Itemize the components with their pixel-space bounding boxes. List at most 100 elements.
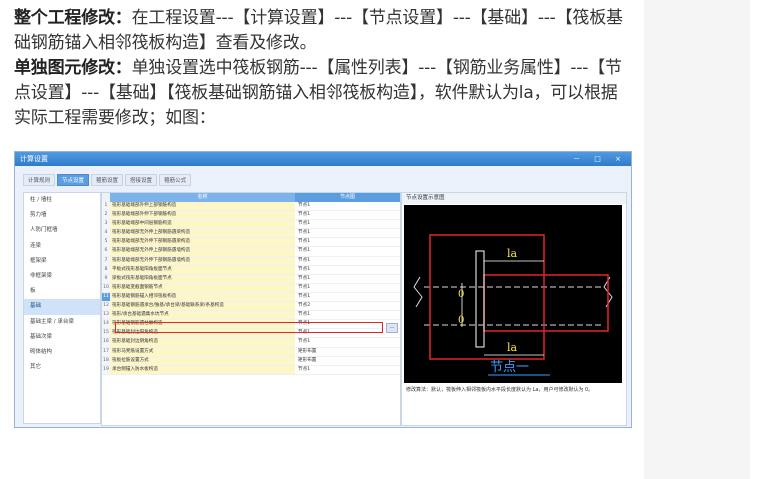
panel-title: 节点设置示意图 xyxy=(402,193,626,204)
row-value: 节点1 xyxy=(298,284,311,290)
sidebar-item[interactable]: 砌体结构 xyxy=(24,345,100,360)
ellipsis-button[interactable]: … xyxy=(386,323,398,333)
table-row[interactable]: 6 筏形基础端部无外伸上部钢筋遇墙构造 节点1 xyxy=(102,247,400,257)
row-name: 筏形基础封边阴角构造 xyxy=(110,338,295,347)
table-row[interactable]: 5 筏形基础端部无外伸下部钢筋遇梁构造 节点1 xyxy=(102,238,400,248)
row-value: 节点1 xyxy=(298,339,311,345)
sidebar-item[interactable]: 框架梁 xyxy=(24,254,100,269)
row-value: 节点1 xyxy=(298,212,311,218)
tab-1[interactable]: 节点设置 xyxy=(57,174,90,186)
row-value: 矩形布置 xyxy=(298,357,317,363)
row-value: 节点1 xyxy=(298,203,311,208)
node-diagram-panel: 节点设置示意图 la la 0 0 节点一 修改算法：默认，筏板伸入相邻筏板内水… xyxy=(401,192,627,426)
row-value: 节点1 xyxy=(298,257,311,263)
table-row[interactable]: 9 梁板式筏形基础阳角板面节点 节点1 xyxy=(102,274,400,284)
row-index: 16 xyxy=(102,338,110,347)
node-diagram: la la 0 0 节点一 xyxy=(404,205,622,383)
row-name: 梁板式筏形基础阳角板面节点 xyxy=(110,274,295,283)
node-settings-table: 名称 节点图 1 筏形基础端部外伸上部钢筋构造 节点1 2 筏形基础端部外伸下部钢筋构造… xyxy=(101,192,401,426)
sidebar-item[interactable]: 基础 xyxy=(24,299,100,315)
tab-3[interactable]: 搭接设置 xyxy=(125,174,158,186)
row-index: 5 xyxy=(102,238,110,247)
window-controls-icon: － □ × xyxy=(573,155,627,163)
sidebar-item[interactable]: 人防门框墙 xyxy=(24,223,100,238)
tab-2[interactable]: 箍筋设置 xyxy=(91,174,124,186)
row-value: 节点1 xyxy=(298,266,311,272)
table-header: 名称 节点图 xyxy=(102,193,400,202)
la-label-top: la xyxy=(507,247,518,260)
table-row[interactable]: 11 筏形基础钢筋锚入相邻筏板构造 节点1 xyxy=(102,292,400,303)
row-index: 18 xyxy=(102,356,110,365)
table-row[interactable]: 19 承台侧锚入防水板构造 节点1 xyxy=(102,365,400,375)
sidebar-item[interactable]: 柱 / 墙柱 xyxy=(24,193,100,208)
table-row[interactable]: 7 筏形基础端部无外伸下部钢筋遇墙构造 节点1 xyxy=(102,256,400,266)
red-highlight-box xyxy=(115,322,383,333)
row-index: 7 xyxy=(102,256,110,265)
row-name: 筏形基础变截面钢筋节点 xyxy=(110,283,295,292)
table-row[interactable]: 4 筏形基础端部无外伸上部钢筋遇梁构造 节点1 xyxy=(102,229,400,239)
paragraph-whole-project: 整个工程修改：在工程设置---【计算设置】---【节点设置】---【基础】---… xyxy=(14,6,632,56)
anchorage-diagram-icon: la la 0 0 节点一 xyxy=(413,234,613,376)
settings-sidebar: 柱 / 墙柱 剪力墙 人防门框墙 连梁 框架梁 非框架梁板基础 基础主梁 / 承台梁 基础次梁… xyxy=(23,192,101,424)
sidebar-item[interactable]: 基础次梁 xyxy=(24,330,100,345)
row-index: 6 xyxy=(102,247,110,256)
table-row[interactable]: 18 筏板拉筋设置方式 矩形布置 xyxy=(102,356,400,366)
table-row[interactable]: 2 筏形基础端部外伸下部钢筋构造 节点1 xyxy=(102,211,400,221)
row-name: 筏形基础端部外伸下部钢筋构造 xyxy=(110,211,295,220)
header-index xyxy=(102,193,110,202)
row-index: 2 xyxy=(102,211,110,220)
tab-0[interactable]: 计算规则 xyxy=(23,174,56,186)
row-value: 节点1 xyxy=(298,230,311,236)
row-index: 13 xyxy=(102,311,110,320)
table-body: 1 筏形基础端部外伸上部钢筋构造 节点1 2 筏形基础端部外伸下部钢筋构造 节点1 3 筏形基… xyxy=(102,202,400,375)
row-name: 筏形马凳筋设置方式 xyxy=(110,347,295,356)
row-name: 筏形/承台基础遇集水坑节点 xyxy=(110,311,295,320)
table-row[interactable]: 10 筏形基础变截面钢筋节点 节点1 xyxy=(102,283,400,293)
row-value: 节点1 xyxy=(298,293,311,299)
sidebar-item[interactable]: 其它 xyxy=(24,360,100,375)
zero-label-lower: 0 xyxy=(458,315,464,326)
la-label-bottom: la xyxy=(507,341,518,354)
row-name: 筏板拉筋设置方式 xyxy=(110,356,295,365)
sidebar-item[interactable]: 连梁 xyxy=(24,239,100,254)
row-value: 节点1 xyxy=(298,248,311,254)
table-row[interactable]: 13 筏形/承台基础遇集水坑节点 节点1 xyxy=(102,311,400,321)
row-name: 筏形基础端部无外伸下部钢筋遇梁构造 xyxy=(110,238,295,247)
header-name: 名称 xyxy=(110,193,295,202)
row-name: 筏形基础端部无外伸上部钢筋遇梁构造 xyxy=(110,229,295,238)
paragraph-2-heading: 单独图元修改： xyxy=(14,58,132,78)
row-name: 筏形基础钢筋遇承台/独基/承台梁/基础联系梁/条基构造 xyxy=(110,302,295,311)
row-value: 节点1 xyxy=(298,239,311,245)
row-index: 17 xyxy=(102,347,110,356)
row-index: 8 xyxy=(102,265,110,274)
row-index: 10 xyxy=(102,283,110,292)
table-row[interactable]: 1 筏形基础端部外伸上部钢筋构造 节点1 xyxy=(102,202,400,212)
paragraph-single-element: 单独图元修改：单独设置选中筏板钢筋---【属性列表】---【钢筋业务属性】---… xyxy=(14,56,632,131)
row-value: 节点1 xyxy=(298,312,311,318)
row-index: 3 xyxy=(102,220,110,229)
zero-label-upper: 0 xyxy=(458,289,464,300)
table-row[interactable]: 16 筏形基础封边阴角构造 节点1 xyxy=(102,338,400,348)
sidebar-item[interactable]: 基础主梁 / 承台梁 xyxy=(24,315,100,330)
table-row[interactable]: 8 平板式筏形基础阳角板面节点 节点1 xyxy=(102,265,400,275)
table-row[interactable]: 17 筏形马凳筋设置方式 矩形布置 xyxy=(102,347,400,357)
table-row[interactable]: 3 筏形基础端部中间层钢筋构造 节点1 xyxy=(102,220,400,230)
right-edge xyxy=(750,0,758,479)
row-index: 11 xyxy=(102,292,110,302)
row-name: 筏形基础钢筋锚入相邻筏板构造 xyxy=(110,292,295,302)
row-value: 节点1 xyxy=(298,366,311,372)
tab-4[interactable]: 箍筋公式 xyxy=(159,174,192,186)
panel-description: 修改算法：默认，筏板伸入相邻筏板内水平段长度默认为 La，用户可修改默认为 0。 xyxy=(406,387,594,393)
table-row[interactable]: 12 筏形基础钢筋遇承台/独基/承台梁/基础联系梁/条基构造 节点2 xyxy=(102,302,400,312)
sidebar-item[interactable]: 剪力墙 xyxy=(24,208,100,223)
row-name: 筏形基础端部无外伸上部钢筋遇墙构造 xyxy=(110,247,295,256)
row-value: 矩形布置 xyxy=(298,348,317,354)
paragraph-1-heading: 整个工程修改： xyxy=(14,8,132,28)
sidebar-item[interactable]: 非框架梁 xyxy=(24,269,100,284)
article-body: 整个工程修改：在工程设置---【计算设置】---【节点设置】---【基础】---… xyxy=(14,6,632,131)
sidebar-item[interactable]: 板 xyxy=(24,284,100,299)
row-index: 15 xyxy=(102,329,110,338)
embedded-screenshot: 计算设置 － □ × 计算规则 节点设置 箍筋设置 搭接设置 箍筋公式 柱 / 墙柱 剪力… xyxy=(14,151,632,428)
row-index: 12 xyxy=(102,302,110,311)
row-name: 筏形基础端部外伸上部钢筋构造 xyxy=(110,202,295,211)
